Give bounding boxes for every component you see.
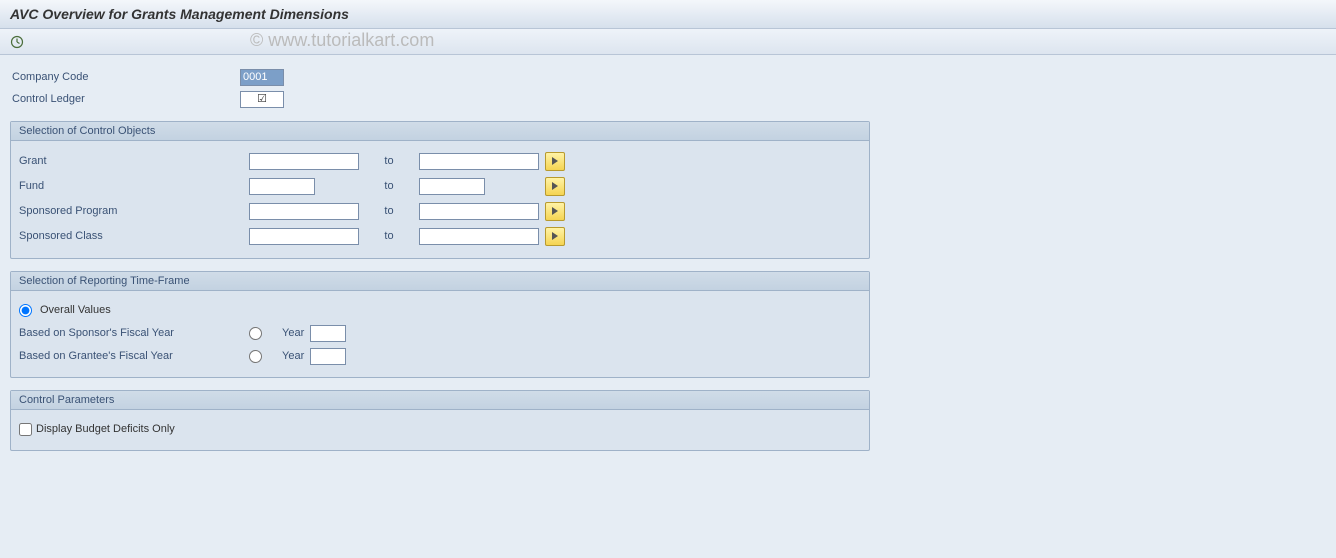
clock-execute-icon [10, 35, 24, 49]
sponsored-program-to-input[interactable] [419, 203, 539, 220]
sponsored-class-multi-select-button[interactable] [545, 227, 565, 246]
window-title: AVC Overview for Grants Management Dimen… [0, 0, 1336, 29]
sponsored-class-to-input[interactable] [419, 228, 539, 245]
control-ledger-check[interactable]: ☑ [240, 91, 284, 108]
sponsored-class-row: Sponsored Class to [19, 225, 861, 247]
display-deficits-label: Display Budget Deficits Only [36, 423, 175, 435]
company-code-label: Company Code [10, 71, 240, 83]
to-label: to [379, 155, 399, 167]
to-label: to [379, 205, 399, 217]
grantee-year-label: Based on Grantee's Fiscal Year [19, 350, 249, 362]
sponsor-year-radio[interactable] [249, 327, 262, 340]
group-timeframe: Selection of Reporting Time-Frame Overal… [10, 271, 870, 378]
grant-label: Grant [19, 155, 249, 167]
overall-values-label: Overall Values [40, 304, 111, 316]
content-area: Company Code Control Ledger ☑ Selection … [0, 55, 1336, 461]
sponsored-class-from-input[interactable] [249, 228, 359, 245]
arrow-right-icon [552, 232, 558, 240]
group-control-objects: Selection of Control Objects Grant to Fu… [10, 121, 870, 259]
fund-label: Fund [19, 180, 249, 192]
overall-values-row: Overall Values [19, 300, 861, 320]
overall-values-radio[interactable] [19, 304, 32, 317]
arrow-right-icon [552, 182, 558, 190]
sponsored-program-multi-select-button[interactable] [545, 202, 565, 221]
group-control-objects-title: Selection of Control Objects [11, 122, 869, 141]
sponsored-program-from-input[interactable] [249, 203, 359, 220]
fund-row: Fund to [19, 175, 861, 197]
grant-from-input[interactable] [249, 153, 359, 170]
grant-multi-select-button[interactable] [545, 152, 565, 171]
execute-button[interactable] [8, 33, 26, 51]
sponsor-year-row: Based on Sponsor's Fiscal Year Year [19, 323, 861, 343]
fund-multi-select-button[interactable] [545, 177, 565, 196]
sponsored-class-label: Sponsored Class [19, 230, 249, 242]
to-label: to [379, 180, 399, 192]
company-code-row: Company Code [10, 67, 1326, 87]
toolbar [0, 29, 1336, 55]
deficits-row: Display Budget Deficits Only [19, 419, 861, 439]
group-timeframe-title: Selection of Reporting Time-Frame [11, 272, 869, 291]
group-control-parameters: Control Parameters Display Budget Defici… [10, 390, 870, 451]
company-code-input[interactable] [240, 69, 284, 86]
sponsored-program-row: Sponsored Program to [19, 200, 861, 222]
grant-row: Grant to [19, 150, 861, 172]
grantee-year-input[interactable] [310, 348, 346, 365]
display-deficits-checkbox[interactable] [19, 423, 32, 436]
year-label: Year [282, 350, 304, 362]
fund-from-input[interactable] [249, 178, 315, 195]
grant-to-input[interactable] [419, 153, 539, 170]
sponsor-year-input[interactable] [310, 325, 346, 342]
arrow-right-icon [552, 207, 558, 215]
group-control-parameters-title: Control Parameters [11, 391, 869, 410]
sponsor-year-label: Based on Sponsor's Fiscal Year [19, 327, 249, 339]
arrow-right-icon [552, 157, 558, 165]
year-label: Year [282, 327, 304, 339]
grantee-year-radio[interactable] [249, 350, 262, 363]
fund-to-input[interactable] [419, 178, 485, 195]
control-ledger-row: Control Ledger ☑ [10, 89, 1326, 109]
grantee-year-row: Based on Grantee's Fiscal Year Year [19, 346, 861, 366]
sponsored-program-label: Sponsored Program [19, 205, 249, 217]
to-label: to [379, 230, 399, 242]
control-ledger-label: Control Ledger [10, 93, 240, 105]
